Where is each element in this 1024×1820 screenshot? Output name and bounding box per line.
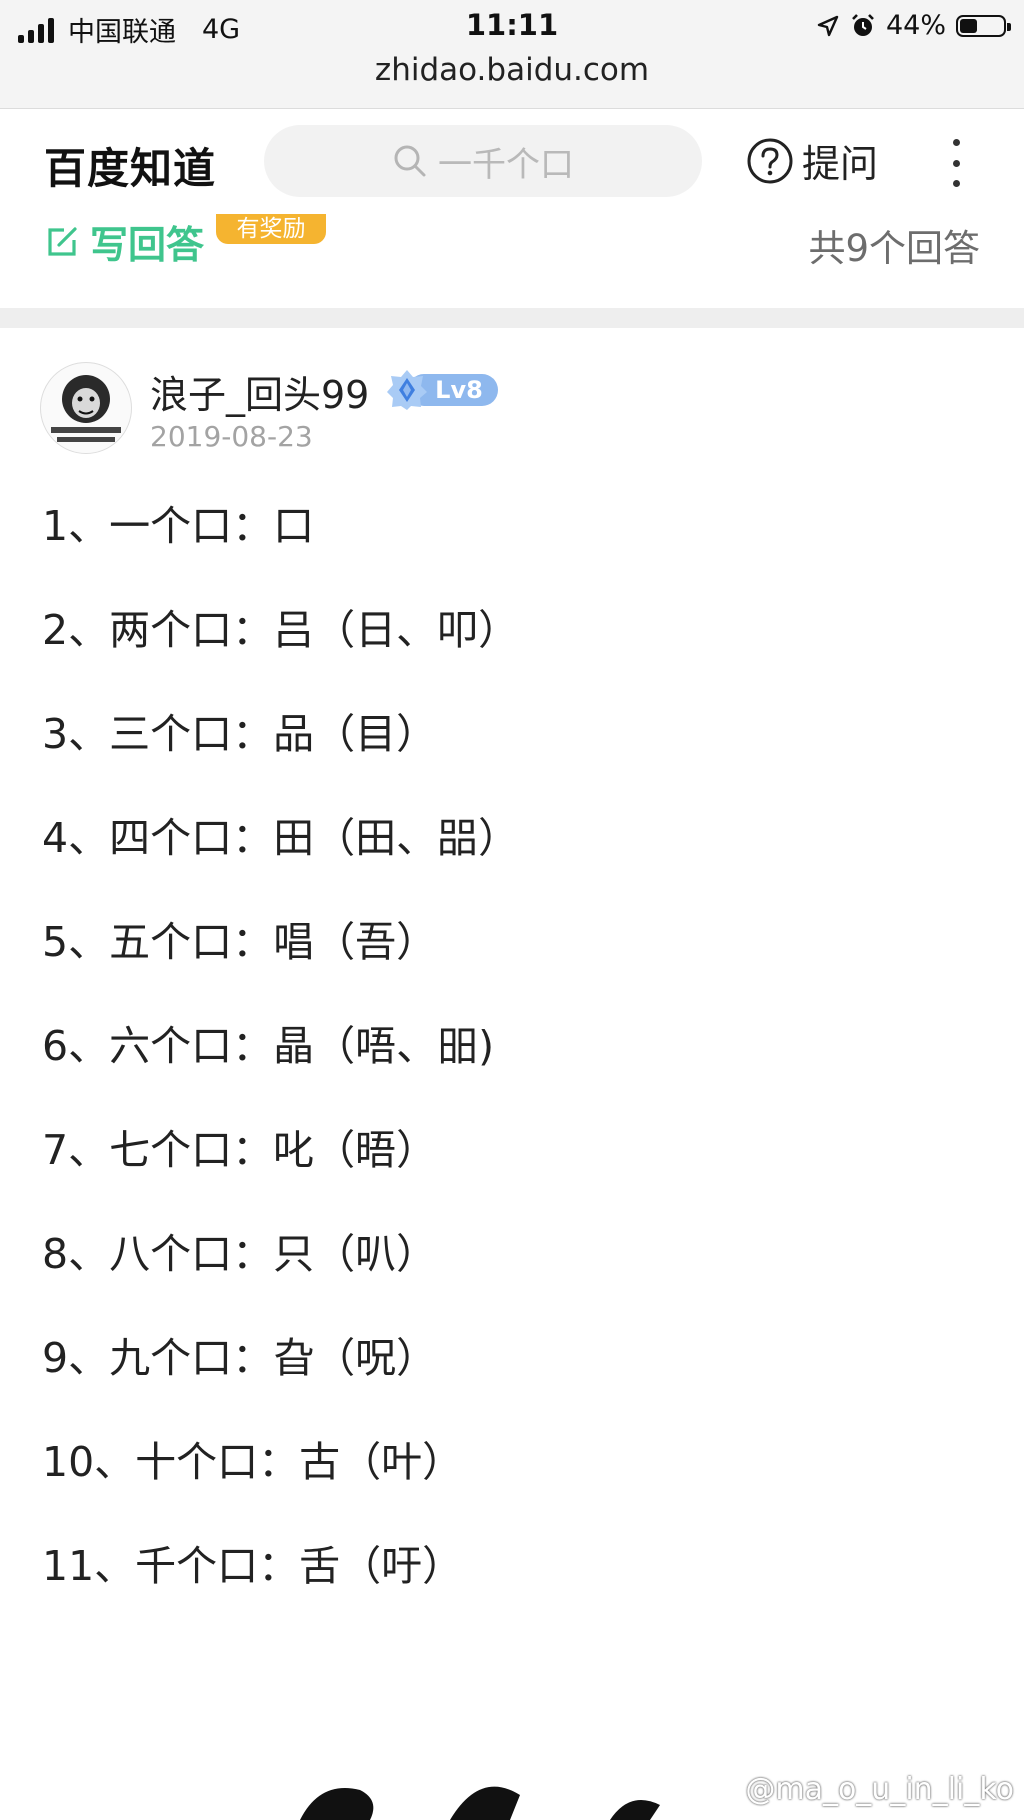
answer-line: 4、四个口：田（田、㗊）: [42, 814, 520, 862]
search-query: 一千个口: [438, 144, 574, 185]
level-diamond-icon: [387, 370, 427, 410]
edit-icon: [48, 226, 77, 256]
section-divider: [0, 308, 1024, 328]
battery-fill: [960, 18, 978, 33]
answer-line: 9、九个口：旮（呪）: [42, 1334, 438, 1382]
search-icon: [394, 145, 426, 177]
battery-icon: [956, 14, 1011, 37]
level-badge: Lv8: [386, 370, 500, 410]
answer-username[interactable]: 浪子_回头99: [150, 364, 369, 419]
location-arrow-icon: [817, 15, 839, 36]
site-header: 百度知道 一千个口 提问: [0, 108, 1024, 216]
search-box[interactable]: 一千个口: [264, 125, 702, 197]
site-logo[interactable]: 百度知道: [44, 135, 216, 196]
reward-badge: 有奖励: [216, 214, 326, 244]
answer-line: 7、七个口：叱（晤）: [42, 1126, 438, 1174]
answer-line: 2、两个口：吕（日、叩）: [42, 606, 520, 654]
answer-line: 6、六个口：晶（唔、昍): [42, 1022, 495, 1070]
avatar-face-icon: [51, 375, 121, 442]
answer-line: 8、八个口：只（叭）: [42, 1230, 438, 1278]
write-answer-label: 写回答: [90, 223, 205, 267]
watermark-text: @ma_o_u_in_li_ko: [745, 1772, 1014, 1807]
battery-percent: 44%: [885, 10, 946, 41]
answer-count[interactable]: 共9个回答: [808, 218, 980, 272]
ask-label: 提问: [802, 142, 879, 186]
write-answer-button[interactable]: 写回答: [44, 214, 204, 269]
weibo-watermark: @ma_o_u_in_li_ko: [703, 1772, 1014, 1807]
answer-date: 2019-08-23: [150, 420, 313, 453]
ask-button[interactable]: 提问: [746, 133, 878, 188]
question-circle-icon: [747, 138, 793, 183]
status-right: 44%: [816, 10, 1011, 41]
address-bar-url[interactable]: zhidao.baidu.com: [0, 52, 1024, 88]
answer-line: 1、一个口：口: [42, 502, 315, 550]
answer-body: 1、一个口：口 2、两个口：吕（日、叩） 3、三个口：品（目） 4、四个口：田（…: [42, 496, 519, 1640]
avatar[interactable]: [40, 362, 132, 454]
answer-line: 10、十个口：古（叶）: [42, 1438, 464, 1486]
weibo-icon: [704, 1777, 737, 1803]
answer-bar: 写回答 有奖励 共9个回答: [0, 214, 1024, 308]
answer-line: 11、千个口：舌（吁）: [42, 1542, 464, 1590]
status-bar: 中国联通 4G 11:11 44% zhidao.baidu.com: [0, 0, 1024, 108]
answer-line: 3、三个口：品（目）: [42, 710, 438, 758]
answer-line: 5、五个口：唱（吾）: [42, 918, 438, 966]
alarm-clock-icon: [852, 13, 874, 36]
more-vertical-icon[interactable]: [946, 139, 966, 187]
